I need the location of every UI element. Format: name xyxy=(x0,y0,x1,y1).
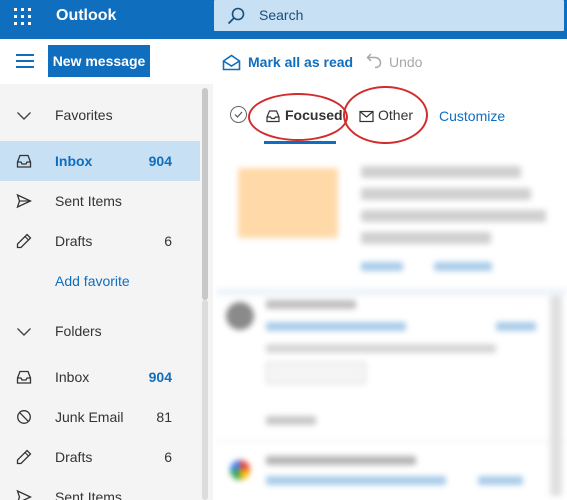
search-box[interactable]: Search xyxy=(214,0,564,31)
blurred-preview xyxy=(266,344,496,353)
blurred-divider xyxy=(216,441,567,442)
app-launcher-icon[interactable] xyxy=(14,8,32,26)
blurred-avatar xyxy=(226,302,254,330)
pencil-icon xyxy=(16,449,32,465)
top-header: Outlook Search xyxy=(0,0,567,39)
selected-tab-indicator xyxy=(264,141,336,144)
blurred-message-list xyxy=(216,148,567,500)
app-title[interactable]: Outlook xyxy=(56,7,116,25)
undo-icon xyxy=(366,53,382,69)
pencil-icon xyxy=(16,233,32,249)
blurred-group-header xyxy=(266,416,316,425)
blurred-date xyxy=(496,322,536,331)
folder-item-label: Drafts xyxy=(55,449,93,465)
unread-count: 904 xyxy=(148,369,172,385)
search-icon xyxy=(227,7,245,25)
folders-section-header[interactable]: Folders xyxy=(0,311,200,351)
blurred-subject xyxy=(266,476,446,485)
draft-count: 6 xyxy=(164,449,172,465)
hamburger-menu-icon[interactable] xyxy=(16,54,34,68)
folder-item-junk[interactable]: Junk Email 81 xyxy=(0,397,200,437)
folder-item-inbox[interactable]: Inbox 904 xyxy=(0,357,200,397)
blurred-link xyxy=(361,262,403,271)
favorites-heading: Favorites xyxy=(55,107,113,123)
unread-count: 81 xyxy=(156,409,172,425)
blurred-text-line xyxy=(361,188,531,200)
undo-label: Undo xyxy=(389,54,423,70)
folders-heading: Folders xyxy=(55,323,102,339)
send-icon xyxy=(16,489,32,500)
blurred-app-logo xyxy=(230,460,250,480)
blurred-attachment xyxy=(266,362,366,384)
annotation-circle-other xyxy=(343,86,428,144)
favorites-item-label: Drafts xyxy=(55,233,93,249)
customize-link[interactable]: Customize xyxy=(439,108,505,124)
block-icon xyxy=(17,410,31,424)
blurred-text-line xyxy=(361,166,521,178)
blurred-sender xyxy=(266,300,356,309)
envelope-open-icon xyxy=(222,54,241,71)
inbox-icon xyxy=(16,370,32,384)
folder-item-label: Inbox xyxy=(55,369,90,385)
add-favorite-link[interactable]: Add favorite xyxy=(0,261,200,301)
blurred-illustration xyxy=(238,168,338,238)
new-message-button[interactable]: New message xyxy=(48,45,150,77)
favorites-item-label: Inbox xyxy=(55,153,93,169)
favorites-item-sent[interactable]: Sent Items xyxy=(0,181,200,221)
select-all-checkbox[interactable] xyxy=(230,106,247,123)
favorites-section-header[interactable]: Favorites xyxy=(0,95,200,135)
send-icon xyxy=(16,193,32,209)
chevron-down-icon xyxy=(17,112,31,120)
blurred-text-line xyxy=(361,210,546,222)
folder-item-label: Junk Email xyxy=(55,409,124,425)
search-input[interactable]: Search xyxy=(259,7,303,23)
add-favorite-label: Add favorite xyxy=(55,273,130,289)
checkmark-icon xyxy=(234,111,243,118)
mark-all-read-label: Mark all as read xyxy=(248,54,354,70)
favorites-item-drafts[interactable]: Drafts 6 xyxy=(0,221,200,261)
blurred-scrollbar xyxy=(550,296,562,496)
sidebar-scroll-track[interactable] xyxy=(202,300,208,500)
sidebar-scroll-thumb[interactable] xyxy=(202,88,208,300)
favorites-item-inbox[interactable]: Inbox 904 xyxy=(0,141,200,181)
blurred-divider xyxy=(216,288,567,296)
folder-item-drafts[interactable]: Drafts 6 xyxy=(0,437,200,477)
draft-count: 6 xyxy=(164,233,172,249)
blurred-sender xyxy=(266,456,416,465)
folder-item-sent[interactable]: Sent Items xyxy=(0,477,200,500)
chevron-down-icon xyxy=(17,328,31,336)
blurred-subject xyxy=(266,322,406,331)
folder-item-label: Sent Items xyxy=(55,489,122,500)
unread-count: 904 xyxy=(148,153,172,169)
favorites-item-label: Sent Items xyxy=(55,193,122,209)
inbox-icon xyxy=(16,154,32,168)
blurred-text-line xyxy=(361,232,491,244)
blurred-date xyxy=(478,476,523,485)
blurred-link xyxy=(434,262,492,271)
annotation-circle-focused xyxy=(248,93,348,141)
